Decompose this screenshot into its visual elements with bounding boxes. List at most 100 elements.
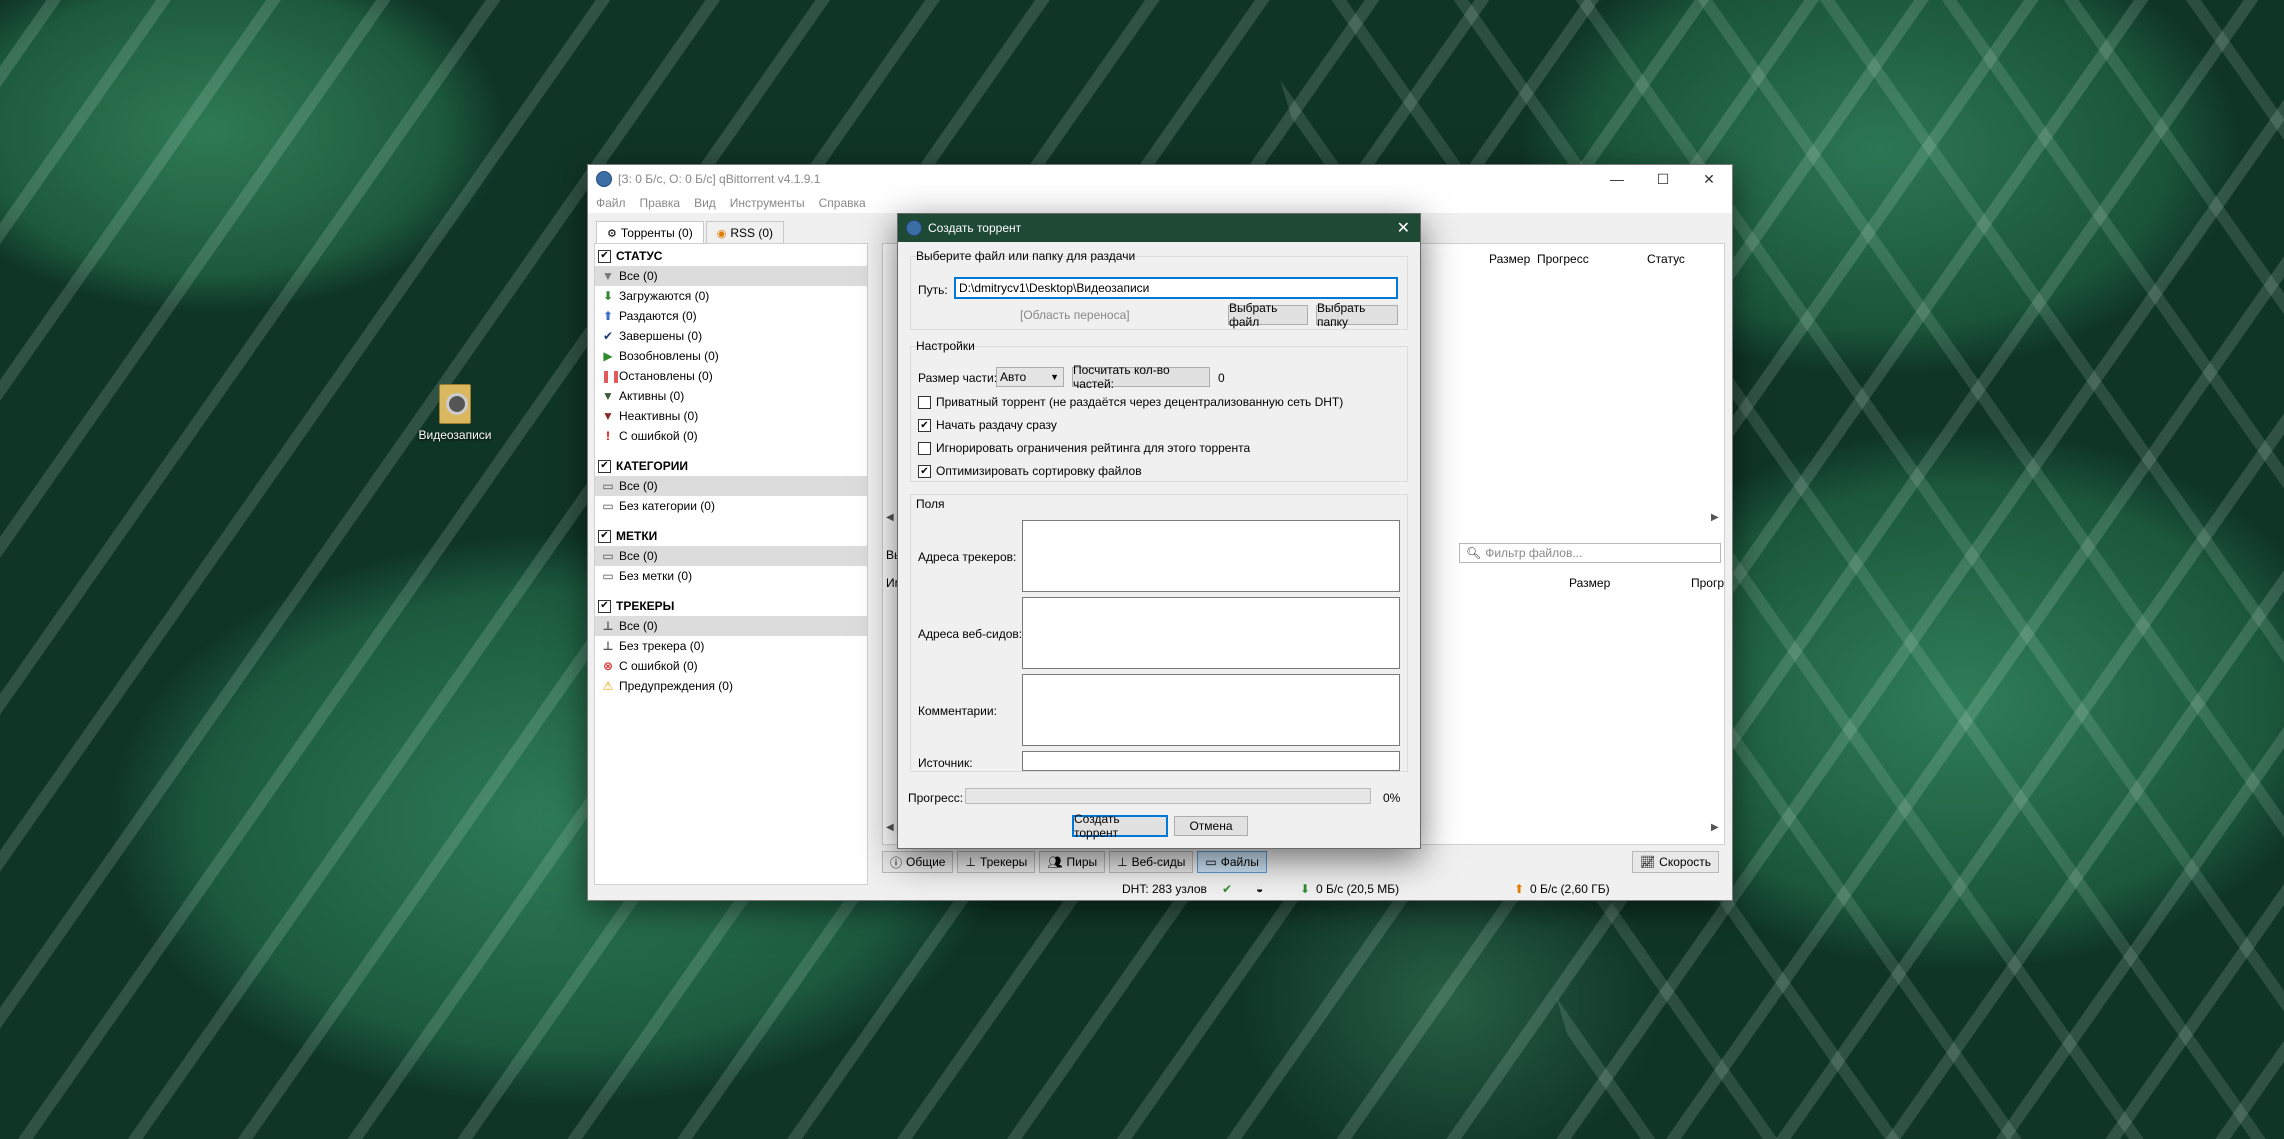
webseeds-textarea[interactable] <box>1022 597 1400 669</box>
comments-label: Комментарии: <box>918 704 997 718</box>
checkbox-box[interactable] <box>918 395 931 409</box>
checkbox-box[interactable] <box>918 441 931 455</box>
category-item-none[interactable]: ▭ Без категории (0) <box>595 496 867 516</box>
menu-help[interactable]: Справка <box>819 196 866 210</box>
optimize-alignment-checkbox[interactable]: ✔ Оптимизировать сортировку файлов <box>918 464 1142 478</box>
path-input[interactable]: D:\dmitrycv1\Desktop\Видеозаписи <box>954 277 1398 299</box>
tab-trackers[interactable]: ⊥ Трекеры <box>957 851 1036 873</box>
tags-header-label: МЕТКИ <box>616 529 658 543</box>
tag-item-none[interactable]: ▭ Без метки (0) <box>595 566 867 586</box>
main-titlebar[interactable]: [З: 0 Б/с, О: 0 Б/с] qBittorrent v4.1.9.… <box>588 165 1732 193</box>
status-item-errored[interactable]: ! С ошибкой (0) <box>595 426 867 446</box>
status-item-completed[interactable]: ✔ Завершены (0) <box>595 326 867 346</box>
checkbox-label: Приватный торрент (не раздаётся через де… <box>936 395 1344 409</box>
status-section-checkbox[interactable]: ✔ <box>598 249 611 263</box>
arrow-down-icon: ⬇ <box>602 289 614 303</box>
tab-general[interactable]: ⓘ Общие <box>882 851 954 873</box>
column-size[interactable]: Размер <box>1489 252 1530 266</box>
speed-button[interactable]: 📈︎ Скорость <box>1631 851 1719 873</box>
dialog-title: Создать торрент <box>928 221 1022 235</box>
private-torrent-checkbox[interactable]: Приватный торрент (не раздаётся через де… <box>918 395 1343 409</box>
maximize-button[interactable]: ☐ <box>1640 171 1686 188</box>
checkbox-label: Оптимизировать сортировку файлов <box>936 464 1142 478</box>
trackers-section-header[interactable]: ✔ ТРЕКЕРЫ <box>595 596 867 616</box>
trackers-label: Адреса трекеров: <box>918 550 1017 564</box>
checkbox-box[interactable]: ✔ <box>918 464 931 478</box>
tab-label: Общие <box>906 855 946 869</box>
menu-bar: Файл Правка Вид Инструменты Справка <box>588 193 1732 213</box>
categories-section-header[interactable]: ✔ КАТЕГОРИИ <box>595 456 867 476</box>
minimize-button[interactable]: — <box>1594 171 1640 188</box>
file-filter-input[interactable]: 🔍︎ Фильтр файлов... <box>1459 543 1721 563</box>
source-input[interactable] <box>1022 751 1400 771</box>
tab-rss[interactable]: ◉ RSS (0) <box>705 221 785 244</box>
menu-edit[interactable]: Правка <box>640 196 681 210</box>
tab-files[interactable]: ▭ Файлы <box>1197 851 1267 873</box>
close-button[interactable]: ✕ <box>1686 171 1732 188</box>
tab-peers[interactable]: 👥︎ Пиры <box>1039 851 1106 873</box>
menu-view[interactable]: Вид <box>694 196 716 210</box>
scroll-right-icon[interactable]: ▶ <box>1711 512 1719 526</box>
warning-icon: ⚠ <box>602 679 614 693</box>
dialog-titlebar[interactable]: Создать торрент ✕ <box>898 214 1420 242</box>
tag-item-all[interactable]: ▭ Все (0) <box>595 546 867 566</box>
files-scroll-right-icon[interactable]: ▶ <box>1711 822 1719 836</box>
download-speed[interactable]: 0 Б/с (20,5 МБ) <box>1316 882 1399 896</box>
progress-label: Прогресс: <box>908 791 964 805</box>
arrow-up-icon: ⬆ <box>602 309 614 323</box>
status-label: Загружаются (0) <box>619 289 710 303</box>
status-item-seeding[interactable]: ⬆ Раздаются (0) <box>595 306 867 326</box>
tracker-item-error[interactable]: ⊗ С ошибкой (0) <box>595 656 867 676</box>
start-seeding-checkbox[interactable]: ✔ Начать раздачу сразу <box>918 418 1057 432</box>
tab-webseeds[interactable]: ⊥ Веб-сиды <box>1109 851 1194 873</box>
files-column-size[interactable]: Размер <box>1569 576 1610 590</box>
scroll-left-icon[interactable]: ◀ <box>886 512 894 526</box>
drop-area[interactable]: [Область переноса] <box>1020 308 1130 322</box>
fields-group-label: Поля <box>916 497 945 511</box>
column-progress[interactable]: Прогресс <box>1537 252 1589 266</box>
files-scroll-left-icon[interactable]: ◀ <box>886 822 894 836</box>
status-item-inactive[interactable]: ▼ Неактивны (0) <box>595 406 867 426</box>
cancel-button[interactable]: Отмена <box>1174 816 1248 836</box>
tracker-item-trackerless[interactable]: ⊥ Без трекера (0) <box>595 636 867 656</box>
status-item-resumed[interactable]: ▶ Возобновлены (0) <box>595 346 867 366</box>
tracker-item-warning[interactable]: ⚠ Предупреждения (0) <box>595 676 867 696</box>
column-status[interactable]: Статус <box>1647 252 1685 266</box>
connection-status-icon[interactable]: ✔ <box>1222 882 1232 896</box>
tags-section-checkbox[interactable]: ✔ <box>598 529 611 543</box>
checkbox-box[interactable]: ✔ <box>918 418 931 432</box>
piece-size-select[interactable]: Авто ▼ <box>996 367 1064 387</box>
menu-file[interactable]: Файл <box>596 196 626 210</box>
status-item-all[interactable]: ▼ Все (0) <box>595 266 867 286</box>
alt-speed-icon[interactable]: ◒ <box>1256 882 1263 896</box>
tags-section-header[interactable]: ✔ МЕТКИ <box>595 526 867 546</box>
calc-pieces-button[interactable]: Посчитать кол-во частей: <box>1072 363 1210 391</box>
upload-speed[interactable]: 0 Б/с (2,60 ГБ) <box>1530 882 1610 896</box>
properties-tabbar: ⓘ Общие ⊥ Трекеры 👥︎ Пиры ⊥ Веб-сиды ▭ Файлы … <box>882 850 1723 874</box>
category-item-all[interactable]: ▭ Все (0) <box>595 476 867 496</box>
desktop-icon-videos[interactable]: Видеозаписи <box>412 384 498 442</box>
trackers-section-checkbox[interactable]: ✔ <box>598 599 611 613</box>
dialog-close-icon[interactable]: ✕ <box>1397 218 1410 238</box>
status-label: Возобновлены (0) <box>619 349 719 363</box>
comments-textarea[interactable] <box>1022 674 1400 746</box>
ignore-ratio-checkbox[interactable]: Игнорировать ограничения рейтинга для эт… <box>918 441 1250 455</box>
trackers-textarea[interactable] <box>1022 520 1400 592</box>
tab-torrents[interactable]: ⚙ Торренты (0) <box>596 221 704 244</box>
choose-folder-button[interactable]: Выбрать папку <box>1316 301 1398 329</box>
status-label: Активны (0) <box>619 389 685 403</box>
files-column-progress[interactable]: Прогр <box>1691 576 1724 590</box>
status-item-downloading[interactable]: ⬇ Загружаются (0) <box>595 286 867 306</box>
status-item-paused[interactable]: ❚❚ Остановлены (0) <box>595 366 867 386</box>
categories-section-checkbox[interactable]: ✔ <box>598 459 611 473</box>
menu-tools[interactable]: Инструменты <box>730 196 805 210</box>
status-item-active[interactable]: ▼ Активны (0) <box>595 386 867 406</box>
tracker-icon: ⊥ <box>602 639 614 653</box>
status-section-header[interactable]: ✔ СТАТУС <box>595 246 867 266</box>
webseeds-icon: ⊥ <box>1117 855 1128 869</box>
choose-file-button[interactable]: Выбрать файл <box>1228 301 1308 329</box>
tracker-item-all[interactable]: ⊥ Все (0) <box>595 616 867 636</box>
create-torrent-button[interactable]: Создать торрент <box>1072 812 1168 840</box>
source-group-label: Выберите файл или папку для раздачи <box>916 249 1136 263</box>
settings-group-label: Настройки <box>916 339 975 353</box>
